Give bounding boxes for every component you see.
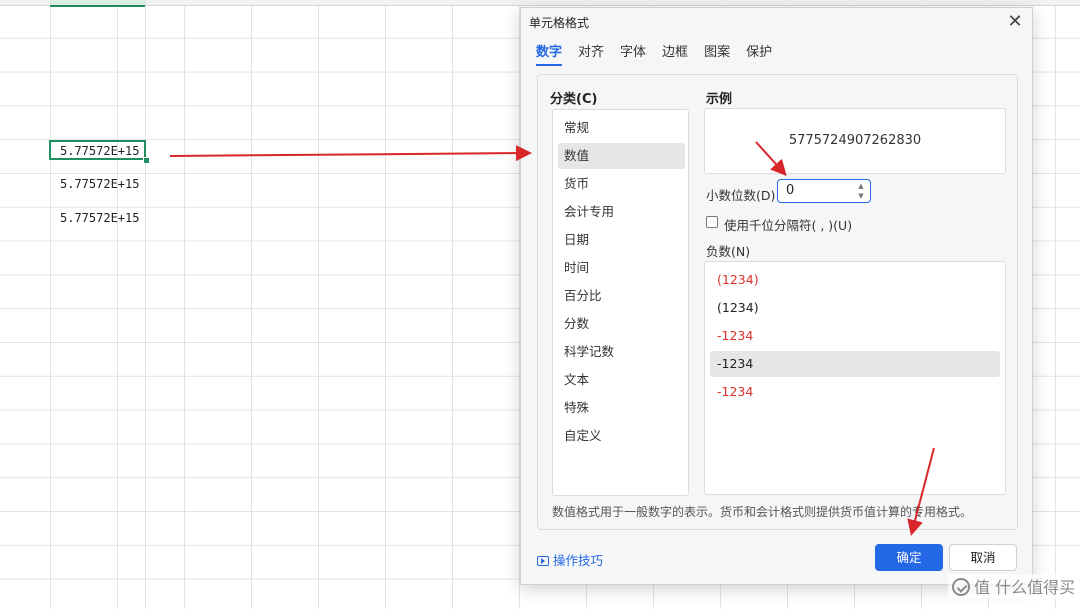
decimal-places-stepper[interactable]: 0 ▲ ▼ [777, 179, 871, 203]
play-icon [537, 556, 549, 566]
category-item[interactable]: 常规 [558, 115, 685, 141]
sample-value: 5775724907262830 [788, 133, 922, 148]
negative-option[interactable]: (1234) [710, 267, 1000, 293]
thousands-separator-checkbox[interactable] [706, 216, 718, 228]
ok-button[interactable]: 确定 [875, 544, 943, 571]
stepper-arrows-icon[interactable]: ▲ ▼ [856, 181, 866, 201]
active-column-header[interactable] [50, 0, 145, 7]
decimal-places-label: 小数位数(D) [706, 188, 776, 203]
tab-pattern[interactable]: 图案 [704, 44, 730, 66]
cell-value[interactable]: 5.77572E+15 [52, 174, 147, 194]
category-item-selected[interactable]: 数值 [558, 143, 685, 169]
column-divider [145, 0, 146, 609]
tab-border[interactable]: 边框 [662, 44, 688, 66]
category-item[interactable]: 会计专用 [558, 199, 685, 225]
negative-option[interactable]: -1234 [710, 379, 1000, 405]
tab-protection[interactable]: 保护 [746, 44, 772, 66]
tab-font[interactable]: 字体 [620, 44, 646, 66]
tab-number[interactable]: 数字 [536, 44, 563, 66]
thousands-separator-label: 使用千位分隔符( , )(U) [724, 218, 853, 233]
cell-value[interactable]: 5.77572E+15 [52, 141, 147, 161]
format-description: 数值格式用于一般数字的表示。货币和会计格式则提供货币值计算的专用格式。 [552, 505, 973, 519]
negative-numbers-label: 负数(N) [706, 244, 751, 259]
cancel-button[interactable]: 取消 [949, 544, 1017, 571]
tips-link[interactable]: 操作技巧 [537, 550, 603, 569]
column-header-strip [0, 0, 1080, 6]
category-item[interactable]: 文本 [558, 367, 685, 393]
negative-option[interactable]: (1234) [710, 295, 1000, 321]
category-item[interactable]: 货币 [558, 171, 685, 197]
category-item[interactable]: 时间 [558, 255, 685, 281]
decimal-places-value[interactable]: 0 [786, 180, 794, 202]
category-list[interactable]: 常规 数值 货币 会计专用 日期 时间 百分比 分数 科学记数 文本 特殊 自定… [552, 109, 689, 496]
tab-alignment[interactable]: 对齐 [578, 44, 604, 66]
dialog-title: 单元格格式 [529, 16, 590, 30]
sample-label: 示例 [706, 92, 733, 107]
tips-label: 操作技巧 [553, 553, 604, 568]
category-item[interactable]: 特殊 [558, 395, 685, 421]
number-format-panel: 分类(C) 常规 数值 货币 会计专用 日期 时间 百分比 分数 科学记数 文本… [537, 74, 1018, 530]
category-item[interactable]: 百分比 [558, 283, 685, 309]
tab-bar: 数字 对齐 字体 边框 图案 保护 [536, 44, 788, 66]
category-item[interactable]: 科学记数 [558, 339, 685, 365]
watermark-text: 值 什么值得买 [974, 578, 1076, 597]
negative-option-selected[interactable]: -1234 [710, 351, 1000, 377]
sample-preview: 5775724907262830 [704, 108, 1006, 174]
category-item[interactable]: 自定义 [558, 423, 685, 449]
format-cells-dialog: 单元格格式 ✕ 数字 对齐 字体 边框 图案 保护 分类(C) 常规 数值 货币… [520, 7, 1033, 585]
watermark: 值 什么值得买 [948, 574, 1080, 598]
negative-option[interactable]: -1234 [710, 323, 1000, 349]
category-item[interactable]: 分数 [558, 311, 685, 337]
close-icon[interactable]: ✕ [1004, 11, 1026, 33]
watermark-logo-icon [952, 578, 970, 596]
category-label: 分类(C) [550, 92, 598, 107]
cell-value[interactable]: 5.77572E+15 [52, 208, 147, 228]
category-item[interactable]: 日期 [558, 227, 685, 253]
negative-numbers-list[interactable]: (1234) (1234) -1234 -1234 -1234 [704, 261, 1006, 495]
